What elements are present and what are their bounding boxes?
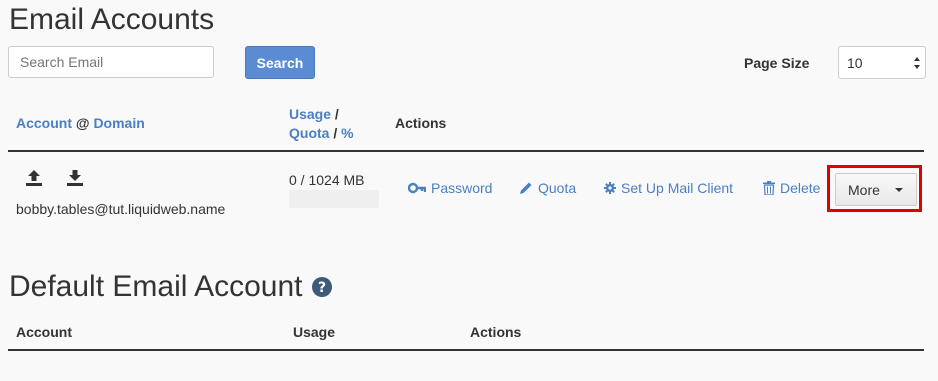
header-usage-quota: Usage / Quota / % [289,105,354,143]
page-size-label: Page Size [744,55,810,71]
default-table-divider [8,349,924,351]
setup-mail-client-label: Set Up Mail Client [621,180,734,196]
password-label: Password [431,180,493,196]
trash-icon [763,181,775,195]
select-arrows-icon [914,57,920,69]
sort-percent-link[interactable]: % [341,125,353,141]
password-action[interactable]: Password [408,180,492,196]
key-icon [408,182,426,194]
page-size-select[interactable]: 10 [838,46,926,79]
header-actions: Actions [395,115,447,131]
header-account-domain: Account @ Domain [16,115,145,131]
table-header-divider [8,150,924,152]
quota-label: Quota [538,180,577,196]
delete-label: Delete [780,180,821,196]
sort-quota-link[interactable]: Quota [289,125,329,141]
sort-account-link[interactable]: Account [16,115,72,131]
account-email: bobby.tables@tut.liquidweb.name [16,201,226,217]
caret-down-icon [895,188,903,192]
gear-icon [604,182,616,194]
usage-progress-bar [289,190,379,208]
default-account-title: Default Email Account [9,270,303,303]
search-button[interactable]: Search [245,46,315,79]
header-slash: / [331,106,339,122]
header-at: @ [72,115,94,131]
sort-usage-link[interactable]: Usage [289,106,331,122]
quota-action[interactable]: Quota [519,180,576,196]
default-account-section-title: Default Email Account ? [9,268,333,306]
more-label: More [848,181,880,198]
download-icon[interactable] [65,168,85,188]
default-header-usage: Usage [293,324,336,340]
pencil-icon [520,182,532,194]
svg-text:?: ? [318,280,326,296]
usage-text: 0 / 1024 MB [289,172,365,188]
delete-action[interactable]: Delete [763,180,820,196]
default-header-account: Account [16,324,72,340]
upload-icon[interactable] [24,168,44,188]
header-slash: / [329,125,342,141]
question-icon[interactable]: ? [312,277,333,297]
default-header-actions: Actions [470,324,522,340]
more-button[interactable]: More [835,173,917,206]
sort-domain-link[interactable]: Domain [93,115,144,131]
page-title: Email Accounts [9,3,215,36]
page-size-value: 10 [847,54,863,71]
setup-mail-client-action[interactable]: Set Up Mail Client [604,180,733,196]
search-email-input[interactable] [8,46,214,78]
